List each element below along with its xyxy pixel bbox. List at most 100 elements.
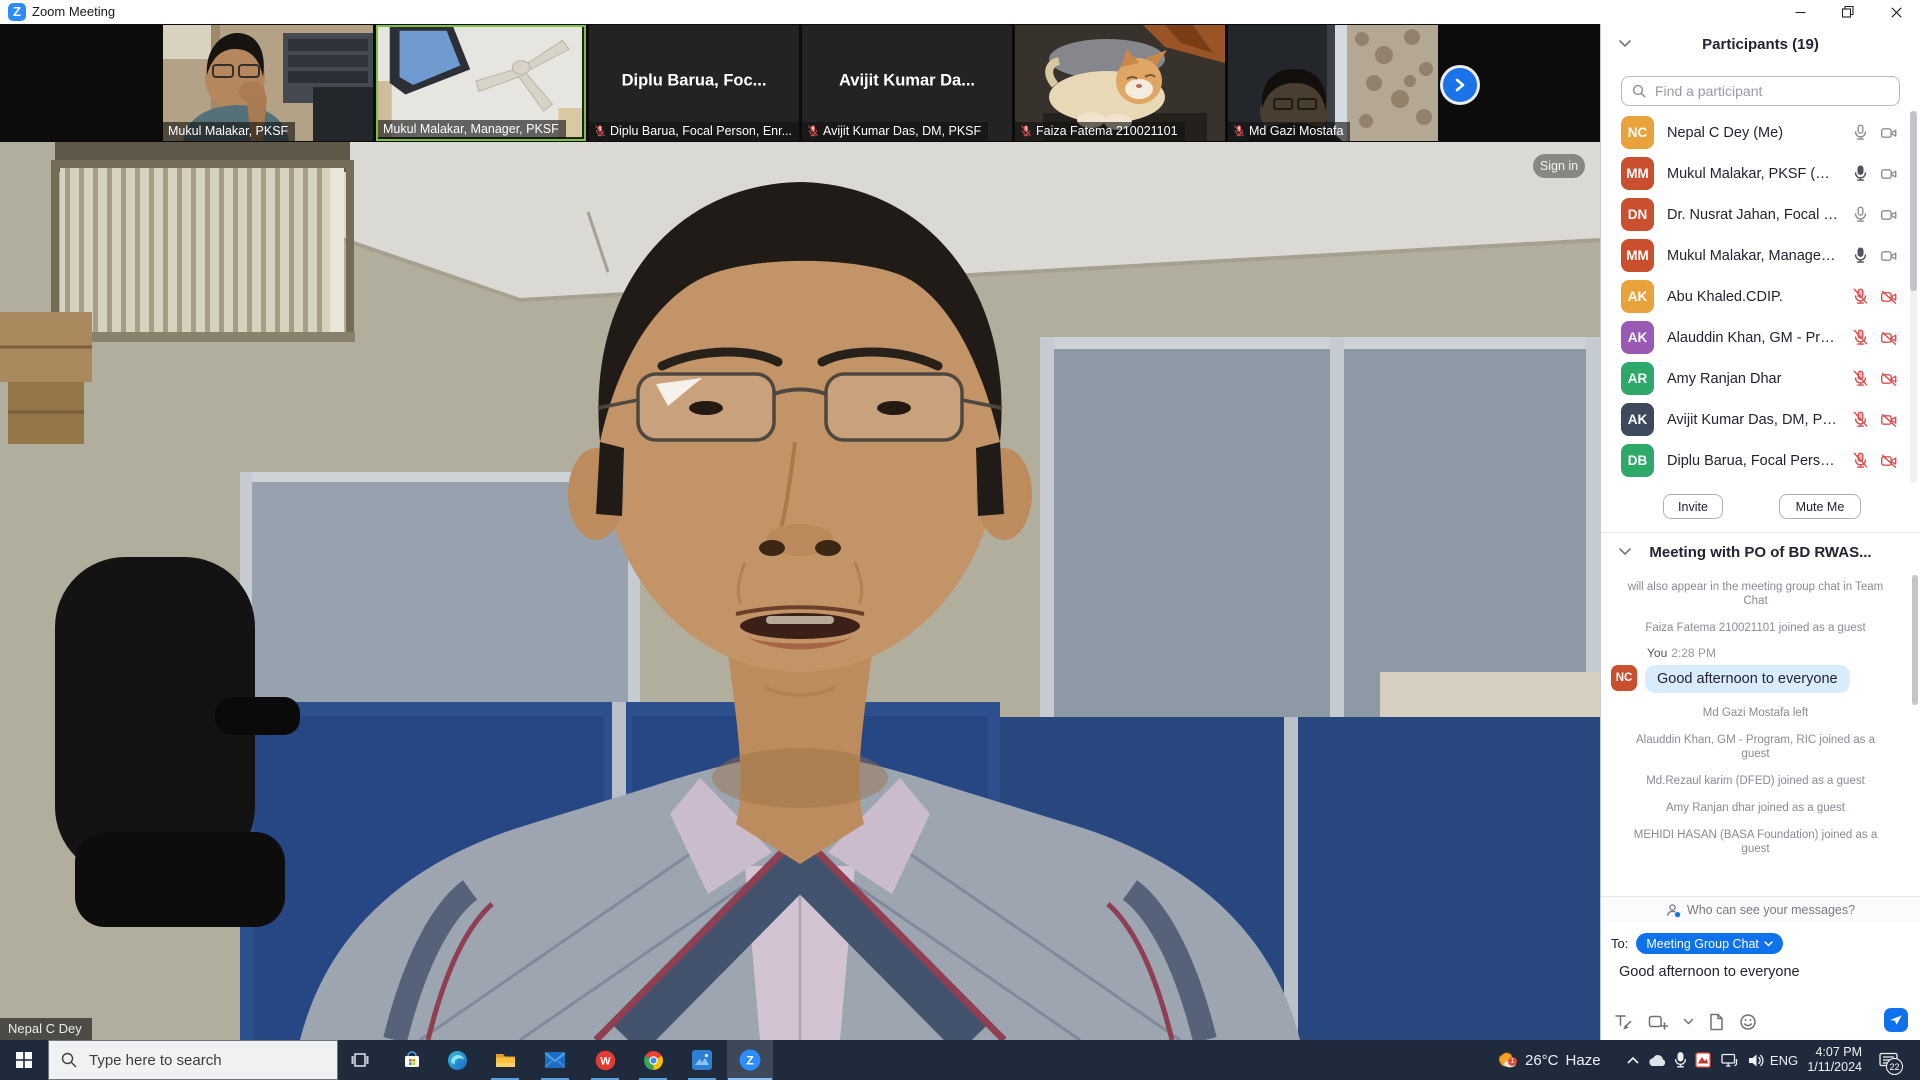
- participant-row[interactable]: NC Nepal C Dey (Me): [1601, 112, 1910, 153]
- window-title: Zoom Meeting: [32, 4, 115, 19]
- search-input[interactable]: [1653, 82, 1889, 100]
- filmstrip-tile[interactable]: Avijit Kumar Da... Avijit Kumar Das, DM, …: [802, 25, 1012, 141]
- camera-icon: [1880, 207, 1898, 223]
- notification-center-button[interactable]: 22: [1866, 1040, 1910, 1080]
- edge-browser-icon[interactable]: [435, 1040, 479, 1080]
- next-page-arrow-icon[interactable]: [1440, 65, 1480, 105]
- notification-badge: 22: [1886, 1058, 1903, 1075]
- restore-button[interactable]: [1826, 0, 1870, 24]
- participant-status-icons: [1852, 411, 1898, 428]
- participant-row[interactable]: MMMukul Malakar, PKSF (Host): [1601, 153, 1910, 194]
- chrome-browser-icon[interactable]: [631, 1040, 675, 1080]
- participant-name: Mukul Malakar, Manager, PKSF: [1667, 248, 1839, 264]
- participant-name: Abu Khaled.CDIP.: [1667, 289, 1839, 305]
- taskbar-search[interactable]: [48, 1040, 338, 1080]
- tray-microphone-icon[interactable]: [1668, 1040, 1692, 1080]
- participant-row[interactable]: DNDr. Nusrat Jahan, Focal Person,...: [1601, 194, 1910, 235]
- format-text-icon[interactable]: [1614, 1014, 1633, 1031]
- participant-row[interactable]: MM Mukul Malakar, Manager, PKSF: [1601, 235, 1910, 276]
- weather-badge: 1: [1508, 1057, 1517, 1066]
- filmstrip-tile[interactable]: Md Gazi Mostafa: [1228, 25, 1438, 141]
- chat-composer: To: Meeting Group Chat Good afternoon to…: [1601, 922, 1920, 1040]
- tile-center-name: Avijit Kumar Da...: [802, 72, 1012, 91]
- close-button[interactable]: [1874, 0, 1918, 24]
- mic-icon: [1852, 247, 1869, 264]
- participant-row[interactable]: ARAmy Ranjan Dhar: [1601, 358, 1910, 399]
- file-explorer-icon[interactable]: [483, 1040, 527, 1080]
- emoji-icon[interactable]: [1739, 1013, 1757, 1031]
- zoom-taskbar-icon[interactable]: Z: [727, 1040, 773, 1080]
- svg-text:W: W: [600, 1055, 611, 1067]
- privacy-row[interactable]: Who can see your messages?: [1601, 896, 1920, 923]
- chat-system-notice: MEHIDI HASAN (BASA Foundation) joined as…: [1623, 828, 1889, 856]
- participants-scrollbar-thumb[interactable]: [1910, 111, 1917, 291]
- taskbar-search-input[interactable]: [87, 1051, 325, 1070]
- weather-widget[interactable]: 1 26°C Haze: [1496, 1040, 1601, 1080]
- participant-row[interactable]: AKAlauddin Khan, GM - Program,...: [1601, 317, 1910, 358]
- filmstrip-tile[interactable]: Mukul Malakar, Manager, PKSF: [376, 25, 586, 141]
- tile-name-label: Mukul Malakar, PKSF: [163, 122, 295, 141]
- avatar: DN: [1621, 198, 1654, 231]
- participant-search[interactable]: [1621, 76, 1900, 106]
- send-button[interactable]: [1884, 1008, 1908, 1032]
- participant-status-icons: [1852, 165, 1898, 182]
- mic-muted-icon: [1233, 125, 1245, 137]
- camera-icon: [1880, 248, 1898, 264]
- chat-system-notice: Alauddin Khan, GM - Program, RIC joined …: [1623, 733, 1889, 761]
- mic-muted-icon: [807, 125, 819, 137]
- avatar: AK: [1621, 321, 1654, 354]
- filmstrip-tile[interactable]: Diplu Barua, Foc...Diplu Barua, Focal Pe…: [589, 25, 799, 141]
- invite-button[interactable]: Invite: [1663, 494, 1723, 519]
- participants-title: Participants (19): [1601, 36, 1920, 53]
- sign-in-button[interactable]: Sign in: [1533, 154, 1585, 178]
- taskbar-clock[interactable]: 4:07 PM 1/11/2024: [1798, 1040, 1862, 1080]
- avatar: NC: [1621, 116, 1654, 149]
- message-meta: You2:28 PM: [1647, 646, 1910, 660]
- chat-scrollbar-thumb[interactable]: [1912, 575, 1918, 705]
- participant-row[interactable]: DBDiplu Barua, Focal Person, Enri...: [1601, 440, 1910, 481]
- tray-expand-chevron-icon[interactable]: [1620, 1040, 1646, 1080]
- send-plane-icon: [1889, 1013, 1903, 1027]
- microsoft-store-icon[interactable]: [390, 1040, 434, 1080]
- task-view-button[interactable]: [338, 1040, 382, 1080]
- meeting-sidebar: Participants (19) NCNepal C Dey (Me)MMMu…: [1600, 24, 1920, 1040]
- message-input[interactable]: Good afternoon to everyone: [1619, 964, 1800, 980]
- chat-system-notice: will also appear in the meeting group ch…: [1623, 580, 1889, 608]
- photos-app-icon[interactable]: [680, 1040, 724, 1080]
- participant-status-icons: [1852, 206, 1898, 223]
- filmstrip-tile[interactable]: Faiza Fatema 210021101: [1015, 25, 1225, 141]
- chat-message: You2:28 PMNCGood afternoon to everyone: [1611, 646, 1910, 693]
- tile-name-label: Avijit Kumar Das, DM, PKSF: [802, 122, 988, 141]
- participant-name: Nepal C Dey (Me): [1667, 125, 1839, 141]
- start-button[interactable]: [0, 1040, 48, 1080]
- participant-row[interactable]: AKAvijit Kumar Das, DM, PKSF: [1601, 399, 1910, 440]
- participant-status-icons: [1852, 247, 1898, 264]
- search-icon: [61, 1052, 77, 1068]
- participant-status-icons: [1852, 288, 1898, 305]
- mic-muted-icon: [1852, 329, 1869, 346]
- tray-app-icon[interactable]: [1690, 1040, 1716, 1080]
- participant-row[interactable]: AKAbu Khaled.CDIP.: [1601, 276, 1910, 317]
- chat-system-notice: Amy Ranjan dhar joined as a guest: [1623, 801, 1889, 815]
- wps-office-icon[interactable]: W: [583, 1040, 627, 1080]
- chevron-down-icon[interactable]: [1683, 1018, 1694, 1026]
- mail-app-icon[interactable]: [533, 1040, 577, 1080]
- network-icon[interactable]: [1716, 1040, 1744, 1080]
- title-bar: Z Zoom Meeting: [0, 0, 1920, 24]
- onedrive-cloud-icon[interactable]: [1644, 1040, 1670, 1080]
- mic-muted-icon: [1852, 288, 1869, 305]
- mic-muted-icon: [1852, 452, 1869, 469]
- language-indicator[interactable]: ENG: [1768, 1040, 1800, 1080]
- mic-muted-icon: [594, 125, 606, 137]
- avatar: MM: [1621, 239, 1654, 272]
- windows-taskbar: W Z 1 26°C Haze: [0, 1040, 1920, 1080]
- minimize-button[interactable]: [1778, 0, 1822, 24]
- volume-icon[interactable]: [1742, 1040, 1770, 1080]
- camera-off-icon: [1880, 289, 1898, 305]
- recipient-selector[interactable]: Meeting Group Chat: [1636, 933, 1783, 954]
- filmstrip-tile[interactable]: Mukul Malakar, PKSF: [163, 25, 373, 141]
- file-icon[interactable]: [1709, 1013, 1724, 1031]
- mic-icon: [1852, 165, 1869, 182]
- screenshot-icon[interactable]: [1648, 1014, 1668, 1031]
- mute-me-button[interactable]: Mute Me: [1779, 494, 1861, 519]
